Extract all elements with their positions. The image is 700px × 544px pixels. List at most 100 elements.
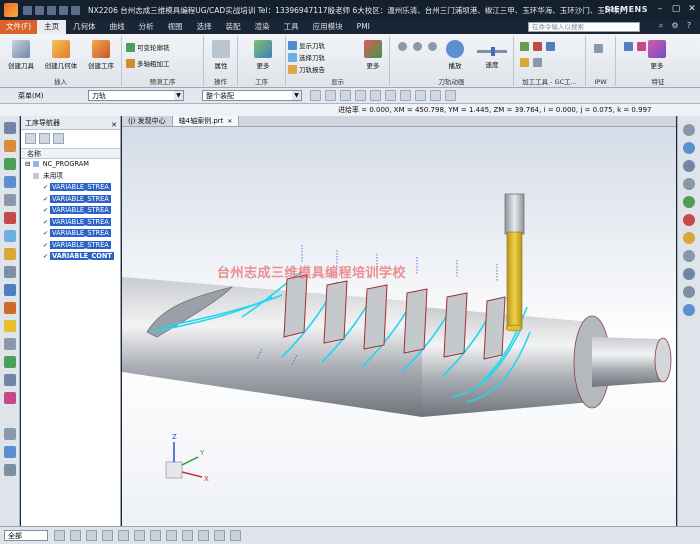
select-icon-9[interactable] [182, 530, 193, 541]
view-icon-5[interactable] [683, 196, 695, 208]
toolpath-report-button[interactable]: 刀轨报告 [288, 64, 325, 74]
tab-assembly[interactable]: 装配 [219, 20, 248, 34]
resource-icon-1[interactable] [4, 122, 16, 134]
select-toolpath-button[interactable]: 选择刀轨 [288, 52, 325, 62]
select-icon-7[interactable] [150, 530, 161, 541]
resource-icon-6[interactable] [4, 212, 16, 224]
resource-icon-7[interactable] [4, 230, 16, 242]
tab-curve[interactable]: 曲线 [103, 20, 132, 34]
close-icon[interactable]: ✕ [227, 118, 232, 125]
resource-icon-9[interactable] [4, 266, 16, 278]
gc-tool-icon-1[interactable] [520, 42, 529, 51]
tab-view[interactable]: 视图 [161, 20, 190, 34]
display-more-button[interactable]: 更多 [358, 40, 388, 70]
show-toolpath-button[interactable]: 显示刀轨 [288, 40, 325, 50]
tab-home[interactable]: 主页 [37, 20, 67, 34]
resource-icon-3[interactable] [4, 158, 16, 170]
tree-operation-2[interactable]: ✔ VARIABLE_STREA [21, 194, 120, 206]
gc-tool-icon-3[interactable] [546, 42, 555, 51]
maximize-button[interactable]: ▢ [670, 3, 682, 15]
graphics-viewport[interactable]: Z Y X 台州志成三维模具编程培训学校 [122, 127, 676, 526]
snap-icon-5[interactable] [370, 90, 381, 101]
tab-select[interactable]: 选择 [190, 20, 219, 34]
close-button[interactable]: ✕ [686, 3, 698, 15]
menu-button[interactable]: 菜单(M) [18, 91, 44, 101]
view-icon-4[interactable] [683, 178, 695, 190]
play-button[interactable]: 播放 [440, 40, 470, 70]
nav-tool-icon-3[interactable] [53, 133, 64, 144]
tree-operation-5[interactable]: ✔ VARIABLE_STREA [21, 228, 120, 240]
resource-icon-13[interactable] [4, 338, 16, 350]
ipw-icon[interactable] [594, 44, 603, 53]
select-icon-2[interactable] [70, 530, 81, 541]
command-search-input[interactable]: 在命令输入以搜索 [528, 22, 640, 32]
resource-icon-18[interactable] [4, 464, 16, 476]
selection-scope-dropdown[interactable]: 整个装配 ▼ [202, 90, 302, 101]
rewind-icon[interactable] [413, 42, 422, 51]
variable-contour-button[interactable]: 可变轮廓铣 [126, 42, 170, 52]
tab-pmi[interactable]: PMI [350, 20, 377, 34]
settings-icon[interactable]: ⚙ [670, 21, 680, 31]
tree-operation-1[interactable]: ✔ VARIABLE_STREA [21, 182, 120, 194]
minimize-button[interactable]: – [654, 3, 666, 15]
column-header-name[interactable]: 名称 [21, 148, 120, 159]
snap-icon-10[interactable] [445, 90, 456, 101]
clock-icon[interactable] [4, 428, 16, 440]
tab-part-file[interactable]: 轴4轴案例.prt ✕ [172, 116, 240, 126]
view-icon-10[interactable] [683, 286, 695, 298]
speed-thumb[interactable] [491, 47, 495, 56]
resource-icon-16[interactable] [4, 392, 16, 404]
snap-icon-9[interactable] [430, 90, 441, 101]
create-operation-button[interactable]: 创建工序 [82, 40, 120, 70]
tree-operation-3[interactable]: ✔ VARIABLE_STREA [21, 205, 120, 217]
tree-operation-6[interactable]: ✔ VARIABLE_STREA [21, 240, 120, 252]
tab-tools[interactable]: 工具 [277, 20, 306, 34]
create-tool-button[interactable]: 创建刀具 [2, 40, 40, 70]
tree-unused[interactable]: 未用项 [21, 171, 120, 183]
view-icon-8[interactable] [683, 250, 695, 262]
close-icon[interactable]: ✕ [111, 118, 117, 132]
selection-filter-dropdown[interactable]: 全部 [4, 530, 48, 541]
snap-icon-1[interactable] [310, 90, 321, 101]
cut-icon[interactable] [59, 5, 68, 15]
select-icon-11[interactable] [214, 530, 225, 541]
snap-icon-2[interactable] [325, 90, 336, 101]
tab-applications[interactable]: 应用模块 [306, 20, 350, 34]
tree-root[interactable]: ⊟ NC_PROGRAM [21, 159, 120, 171]
step-back-icon[interactable] [398, 42, 407, 51]
select-icon-6[interactable] [134, 530, 145, 541]
resource-icon-17[interactable] [4, 446, 16, 458]
tree-operation-7[interactable]: ✔ VARIABLE_CONT [21, 251, 120, 263]
help-icon[interactable]: ? [684, 21, 694, 31]
tab-discovery-center[interactable]: (j) 发现中心 [122, 116, 173, 126]
process-more-button[interactable]: 更多 [244, 40, 282, 70]
speed-slider[interactable]: 速度 [474, 40, 510, 69]
snap-icon-7[interactable] [400, 90, 411, 101]
nav-tool-icon-2[interactable] [39, 133, 50, 144]
tab-geometry[interactable]: 几何体 [66, 20, 103, 34]
copy-icon[interactable] [71, 5, 80, 15]
save-icon[interactable] [23, 5, 32, 15]
select-icon-8[interactable] [166, 530, 177, 541]
snap-icon-8[interactable] [415, 90, 426, 101]
gc-tool-icon-5[interactable] [533, 58, 542, 67]
resource-icon-15[interactable] [4, 374, 16, 386]
select-icon-3[interactable] [86, 530, 97, 541]
tab-analysis[interactable]: 分析 [132, 20, 161, 34]
gear-icon[interactable] [683, 124, 695, 136]
expand-icon[interactable]: ⊟ [25, 160, 31, 168]
create-geometry-button[interactable]: 创建几何体 [42, 40, 80, 70]
resource-icon-5[interactable] [4, 194, 16, 206]
view-icon-6[interactable] [683, 214, 695, 226]
redo-icon[interactable] [47, 5, 56, 15]
resource-icon-8[interactable] [4, 248, 16, 260]
view-icon-9[interactable] [683, 268, 695, 280]
select-icon-1[interactable] [54, 530, 65, 541]
play-icon[interactable] [683, 142, 695, 154]
pause-icon[interactable] [428, 42, 437, 51]
tab-render[interactable]: 渲染 [248, 20, 277, 34]
select-icon-10[interactable] [198, 530, 209, 541]
resource-icon-4[interactable] [4, 176, 16, 188]
select-icon-12[interactable] [230, 530, 241, 541]
resource-icon-14[interactable] [4, 356, 16, 368]
